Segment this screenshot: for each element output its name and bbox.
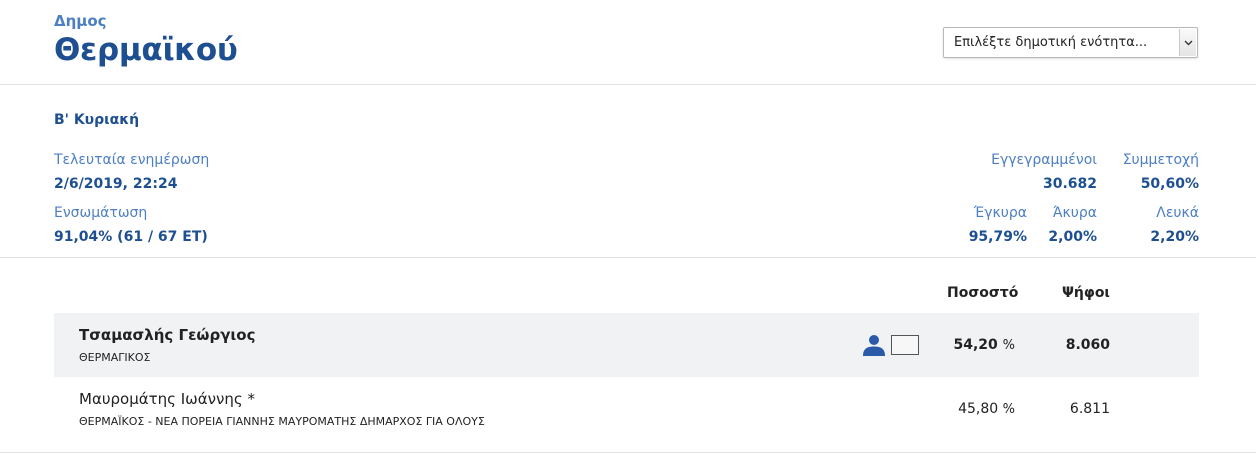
percentage-column-header: Ποσοστό: [947, 285, 1019, 301]
divider: [0, 452, 1256, 453]
blank-value: 2,20%: [1150, 229, 1199, 245]
chevron-down-icon[interactable]: [1179, 29, 1196, 56]
candidate-row[interactable]: Μαυρομάτης Ιωάννης * ΘΕΡΜΑΪΚΟΣ - ΝΕΑ ΠΟΡ…: [54, 377, 1199, 441]
candidate-party: ΘΕΡΜΑΓΙΚΟΣ: [79, 351, 151, 364]
candidate-percentage: 45,80 %: [958, 401, 1015, 417]
valid-label: Έγκυρα: [973, 205, 1027, 221]
invalid-value: 2,00%: [1048, 229, 1097, 245]
blank-label: Λευκά: [1156, 205, 1199, 221]
candidate-votes: 6.811: [1069, 401, 1110, 417]
integration-value: 91,04% (61 / 67 ΕΤ): [54, 229, 208, 245]
results-table: Ποσοστό Ψήφοι Τσαμασλής Γεώργιος ΘΕΡΜΑΓΙ…: [0, 258, 1256, 458]
candidate-votes: 8.060: [1065, 337, 1110, 353]
election-stats: Β' Κυριακή Τελευταία ενημέρωση 2/6/2019,…: [0, 85, 1256, 258]
candidate-name: Τσαμασλής Γεώργιος: [79, 326, 256, 344]
page-header: Δημος Θερμαϊκού Επιλέξτε δημοτική ενότητ…: [0, 0, 1256, 85]
registered-label: Εγγεγραμμένοι: [991, 152, 1097, 168]
turnout-value: 50,60%: [1140, 176, 1199, 192]
registered-value: 30.682: [1042, 176, 1097, 192]
integration-label: Ενσωμάτωση: [54, 205, 148, 221]
candidate-party: ΘΕΡΜΑΪΚΟΣ - ΝΕΑ ΠΟΡΕΙΑ ΓΙΑΝΝΗΣ ΜΑΥΡΟΜΑΤΗ…: [79, 415, 485, 428]
municipal-unit-select[interactable]: Επιλέξτε δημοτική ενότητα...: [943, 27, 1198, 58]
valid-value: 95,79%: [968, 229, 1027, 245]
invalid-label: Άκυρα: [1052, 205, 1097, 221]
round-title: Β' Κυριακή: [54, 112, 140, 128]
municipality-name: Θερμαϊκού: [54, 32, 238, 68]
last-update-label: Τελευταία ενημέρωση: [54, 152, 210, 168]
votes-column-header: Ψήφοι: [1062, 285, 1110, 301]
last-update-value: 2/6/2019, 22:24: [54, 176, 178, 192]
candidate-row[interactable]: Τσαμασλής Γεώργιος ΘΕΡΜΑΓΙΚΟΣ 54,20 % 8.…: [54, 313, 1199, 377]
municipality-label: Δημος: [54, 12, 107, 30]
candidate-name: Μαυρομάτης Ιωάννης *: [79, 390, 255, 408]
unit-select-value: Επιλέξτε δημοτική ενότητα...: [954, 35, 1148, 50]
candidate-percentage: 54,20 %: [953, 337, 1015, 353]
turnout-label: Συμμετοχή: [1122, 152, 1199, 168]
person-icon: [863, 335, 885, 356]
